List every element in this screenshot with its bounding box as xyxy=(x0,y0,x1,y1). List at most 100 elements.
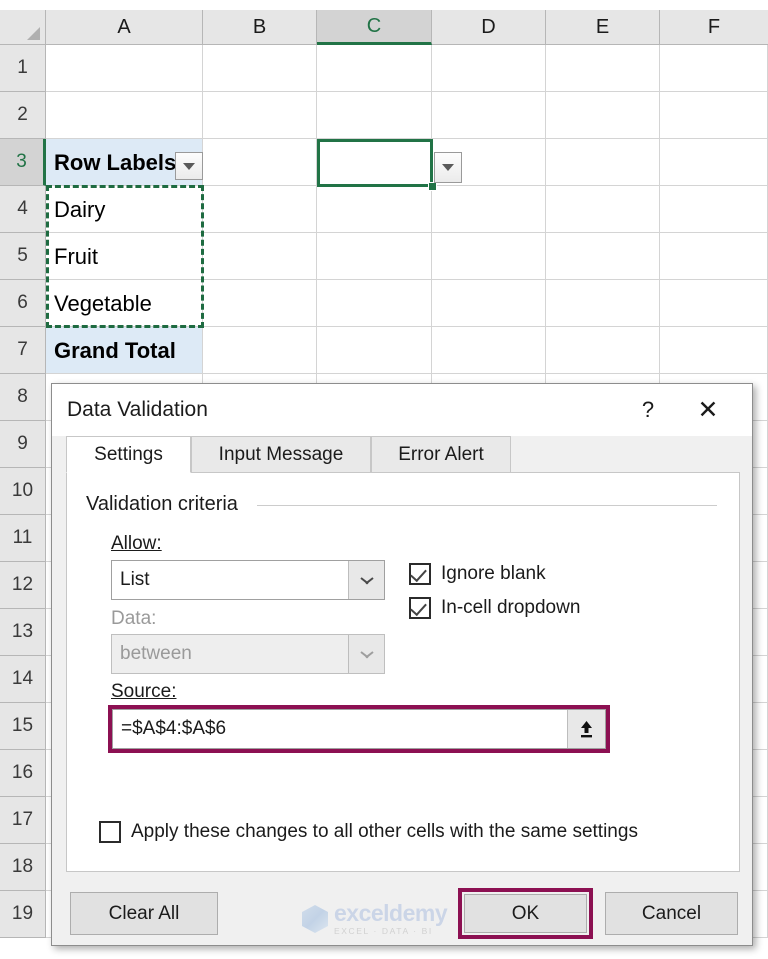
tab-input-message[interactable]: Input Message xyxy=(191,436,371,473)
cell-e5[interactable] xyxy=(546,233,660,280)
row-header-16[interactable]: 16 xyxy=(0,750,46,797)
chevron-down-icon xyxy=(442,164,454,171)
row-header-5[interactable]: 5 xyxy=(0,233,46,280)
cell-a1[interactable] xyxy=(46,45,203,92)
active-cell-c3[interactable] xyxy=(317,139,433,187)
cell-f1[interactable] xyxy=(660,45,768,92)
group-divider xyxy=(257,505,717,506)
cell-e7[interactable] xyxy=(546,327,660,374)
cell-e6[interactable] xyxy=(546,280,660,327)
cell-b1[interactable] xyxy=(203,45,317,92)
row-header-3[interactable]: 3 xyxy=(0,139,46,186)
row-header-label: 9 xyxy=(17,433,28,454)
cell-d5[interactable] xyxy=(432,233,546,280)
checkbox-box[interactable] xyxy=(409,563,431,585)
column-header-b[interactable]: B xyxy=(203,10,317,45)
tab-error-alert[interactable]: Error Alert xyxy=(371,436,511,473)
cell-a2[interactable] xyxy=(46,92,203,139)
cell-c5[interactable] xyxy=(317,233,432,280)
cell-d1[interactable] xyxy=(432,45,546,92)
chevron-down-icon[interactable] xyxy=(348,635,384,673)
cell-b7[interactable] xyxy=(203,327,317,374)
help-button[interactable]: ? xyxy=(622,384,674,436)
row-header-19[interactable]: 19 xyxy=(0,891,46,938)
chevron-down-icon[interactable] xyxy=(348,561,384,599)
tab-label: Error Alert xyxy=(398,443,484,465)
cell-e2[interactable] xyxy=(546,92,660,139)
row-header-18[interactable]: 18 xyxy=(0,844,46,891)
column-header-d[interactable]: D xyxy=(432,10,546,45)
in-cell-dropdown-label: In-cell dropdown xyxy=(441,597,581,618)
ok-button[interactable]: OK xyxy=(464,894,587,933)
up-arrow-icon xyxy=(581,720,592,737)
cell-text-a3: Row Labels xyxy=(54,149,177,175)
cell-d6[interactable] xyxy=(432,280,546,327)
row-header-14[interactable]: 14 xyxy=(0,656,46,703)
ignore-blank-checkbox[interactable]: Ignore blank xyxy=(409,563,546,585)
cell-e1[interactable] xyxy=(546,45,660,92)
row-header-2[interactable]: 2 xyxy=(0,92,46,139)
row-header-10[interactable]: 10 xyxy=(0,468,46,515)
cell-e3[interactable] xyxy=(546,139,660,186)
cell-b6[interactable] xyxy=(203,280,317,327)
row-header-label: 1 xyxy=(17,57,28,78)
cell-c1[interactable] xyxy=(317,45,432,92)
column-header-a[interactable]: A xyxy=(46,10,203,45)
cell-d4[interactable] xyxy=(432,186,546,233)
close-button[interactable]: ✕ xyxy=(682,384,734,436)
row-header-1[interactable]: 1 xyxy=(0,45,46,92)
row-header-8[interactable]: 8 xyxy=(0,374,46,421)
cancel-button[interactable]: Cancel xyxy=(605,892,738,935)
in-cell-dropdown-checkbox[interactable]: In-cell dropdown xyxy=(409,597,580,619)
column-header-c[interactable]: C xyxy=(317,10,432,45)
row-header-12[interactable]: 12 xyxy=(0,562,46,609)
clear-all-label: Clear All xyxy=(108,902,180,924)
column-header-e[interactable]: E xyxy=(546,10,660,45)
tab-settings[interactable]: Settings xyxy=(66,436,191,473)
row-header-9[interactable]: 9 xyxy=(0,421,46,468)
collapse-dialog-icon[interactable] xyxy=(567,710,605,748)
cell-b2[interactable] xyxy=(203,92,317,139)
checkbox-box[interactable] xyxy=(409,597,431,619)
cell-e4[interactable] xyxy=(546,186,660,233)
watermark-brand: exceldemy xyxy=(334,900,448,927)
source-input[interactable]: =$A$4:$A$6 xyxy=(112,709,606,749)
cell-f3[interactable] xyxy=(660,139,768,186)
row-header-4[interactable]: 4 xyxy=(0,186,46,233)
apply-all-checkbox[interactable]: Apply these changes to all other cells w… xyxy=(99,821,638,843)
row-header-7[interactable]: 7 xyxy=(0,327,46,374)
row-header-13[interactable]: 13 xyxy=(0,609,46,656)
row-header-11[interactable]: 11 xyxy=(0,515,46,562)
checkbox-box[interactable] xyxy=(99,821,121,843)
row-header-label: 13 xyxy=(11,621,34,642)
row-header-15[interactable]: 15 xyxy=(0,703,46,750)
cell-b4[interactable] xyxy=(203,186,317,233)
cell-b3[interactable] xyxy=(203,139,317,186)
row-header-label: 18 xyxy=(11,856,34,877)
data-dropdown[interactable]: between xyxy=(111,634,385,674)
cell-f2[interactable] xyxy=(660,92,768,139)
cell-c2[interactable] xyxy=(317,92,432,139)
row-header-17[interactable]: 17 xyxy=(0,797,46,844)
row-header-label: 3 xyxy=(16,151,27,172)
clear-all-button[interactable]: Clear All xyxy=(70,892,218,935)
in-cell-dropdown-icon[interactable] xyxy=(434,152,462,183)
cell-f6[interactable] xyxy=(660,280,768,327)
validation-criteria-label: Validation criteria xyxy=(86,493,246,516)
cell-d7[interactable] xyxy=(432,327,546,374)
cell-b5[interactable] xyxy=(203,233,317,280)
allow-dropdown[interactable]: List xyxy=(111,560,385,600)
cell-f7[interactable] xyxy=(660,327,768,374)
cell-c4[interactable] xyxy=(317,186,432,233)
dialog-title: Data Validation xyxy=(67,398,208,421)
fill-handle[interactable] xyxy=(428,182,437,191)
cell-c7[interactable] xyxy=(317,327,432,374)
cell-c6[interactable] xyxy=(317,280,432,327)
cell-f5[interactable] xyxy=(660,233,768,280)
row-labels-filter-dropdown-icon[interactable] xyxy=(175,152,203,180)
cell-f4[interactable] xyxy=(660,186,768,233)
row-header-6[interactable]: 6 xyxy=(0,280,46,327)
column-header-f[interactable]: F xyxy=(660,10,768,45)
select-all-corner[interactable] xyxy=(0,10,46,45)
cell-d2[interactable] xyxy=(432,92,546,139)
